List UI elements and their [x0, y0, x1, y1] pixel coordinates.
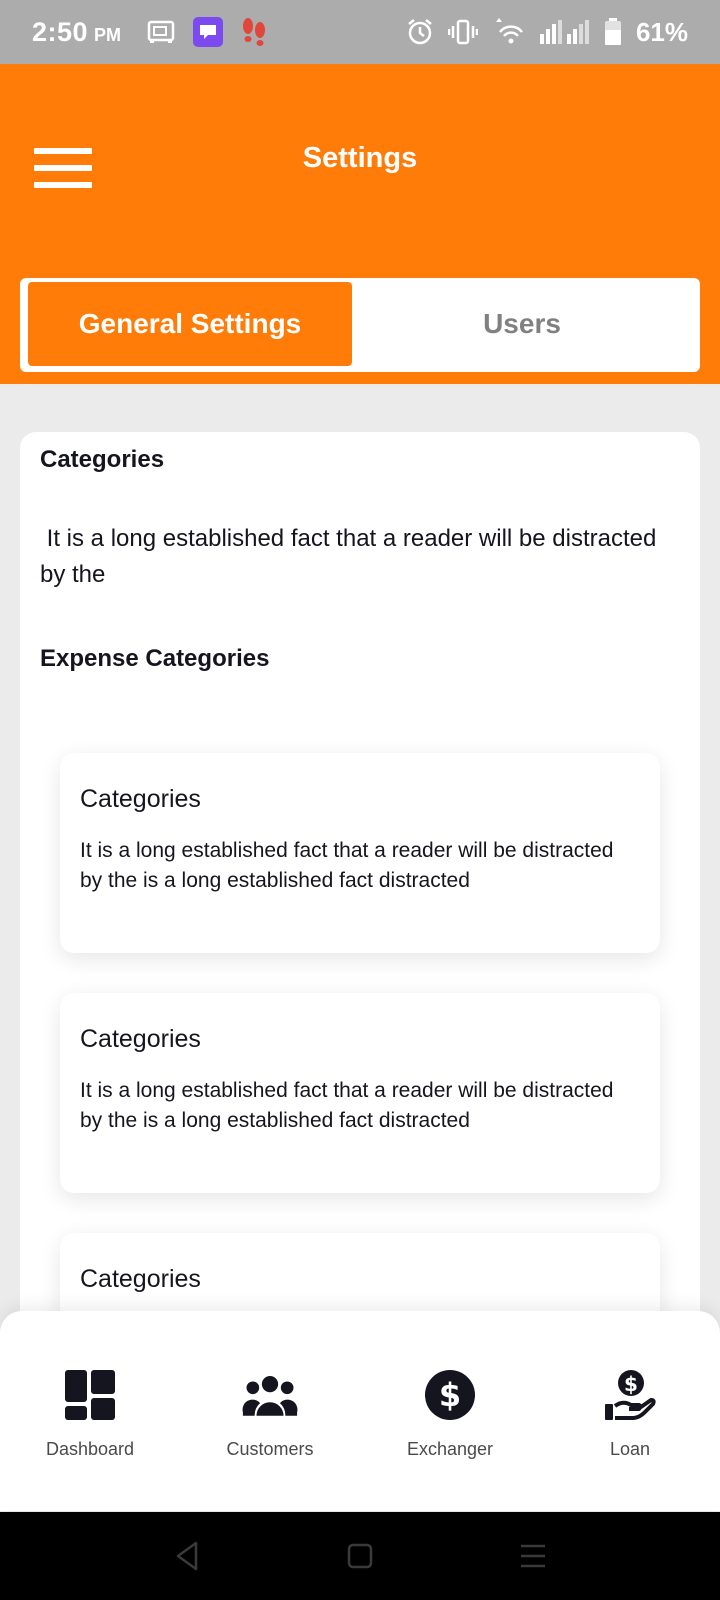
cash-register-icon	[147, 19, 175, 45]
chat-app-icon	[193, 17, 224, 47]
system-navigation-bar	[0, 1512, 720, 1600]
categories-description: It is a long established fact that a rea…	[40, 525, 664, 588]
battery-icon	[604, 18, 622, 46]
status-ampm: PM	[94, 24, 122, 45]
tab-bar: General Settings Users	[20, 278, 700, 372]
expense-categories-heading: Expense Categories	[40, 645, 270, 672]
signal-icon	[539, 20, 590, 44]
nav-dashboard[interactable]: Dashboard	[0, 1311, 180, 1511]
category-title: Categories	[80, 1025, 201, 1053]
nav-label: Dashboard	[45, 1439, 135, 1459]
vibrate-icon	[447, 19, 478, 45]
nav-label: Loan	[609, 1439, 651, 1459]
footsteps-icon	[241, 17, 267, 47]
categories-heading: Categories	[40, 446, 165, 473]
recents-icon[interactable]	[503, 1526, 563, 1586]
svg-text:$: $	[439, 1376, 461, 1414]
tab-users[interactable]: Users	[352, 282, 692, 366]
dollar-coin-icon: $	[422, 1367, 478, 1423]
loan-hand-icon: $	[602, 1367, 658, 1423]
bottom-navigation: Dashboard Customers $ Exchanger $ Loan	[0, 1311, 720, 1511]
alarm-icon	[406, 18, 434, 46]
page-title: Settings	[302, 142, 418, 174]
tab-general-settings[interactable]: General Settings	[28, 282, 352, 366]
home-icon[interactable]	[330, 1526, 390, 1586]
nav-loan[interactable]: $ Loan	[540, 1311, 720, 1511]
nav-label: Exchanger	[406, 1439, 494, 1459]
category-description: It is a long established fact that a rea…	[80, 1079, 614, 1132]
category-title: Categories	[80, 785, 201, 813]
svg-text:$: $	[624, 1372, 638, 1396]
nav-label: Customers	[226, 1439, 314, 1459]
category-item[interactable]: Categories It is a long established fact…	[60, 753, 660, 953]
status-bar: 2:50 PM 61%	[0, 0, 720, 64]
category-item[interactable]: Categories It is a long established fact…	[60, 993, 660, 1193]
battery-percent: 61%	[635, 16, 688, 47]
category-description: It is a long established fact that a rea…	[80, 839, 614, 892]
nav-exchanger[interactable]: $ Exchanger	[360, 1311, 540, 1511]
category-title: Categories	[80, 1265, 201, 1293]
settings-card: Categories It is a long established fact…	[20, 432, 700, 1433]
dashboard-icon	[62, 1367, 118, 1423]
wifi-icon	[492, 18, 526, 46]
customers-icon	[242, 1367, 298, 1423]
nav-customers[interactable]: Customers	[180, 1311, 360, 1511]
status-time: 2:50	[32, 16, 89, 47]
back-icon[interactable]	[157, 1526, 217, 1586]
